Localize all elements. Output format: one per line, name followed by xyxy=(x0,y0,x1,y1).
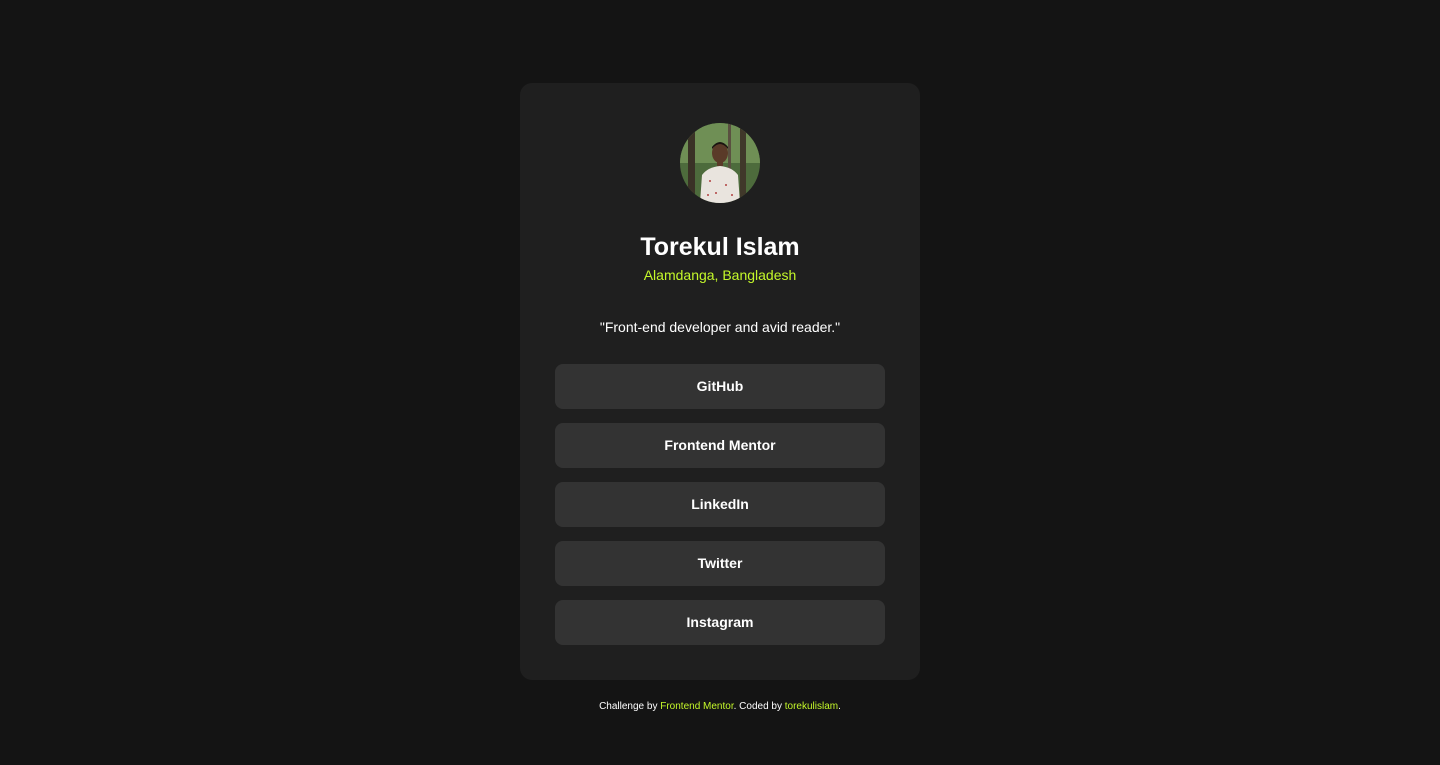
author-footer-link[interactable]: torekulislam xyxy=(785,701,838,712)
github-link-button[interactable]: GitHub xyxy=(555,364,885,409)
social-links: GitHub Frontend Mentor LinkedIn Twitter … xyxy=(555,364,885,659)
instagram-link-button[interactable]: Instagram xyxy=(555,600,885,645)
footer-middle: . Coded by xyxy=(733,701,785,712)
footer-prefix: Challenge by xyxy=(599,701,661,712)
profile-location: Alamdanga, Bangladesh xyxy=(643,267,797,283)
twitter-link-button[interactable]: Twitter xyxy=(555,541,885,586)
footer-suffix: . xyxy=(838,701,841,712)
linkedin-link-button[interactable]: LinkedIn xyxy=(555,482,885,527)
profile-card: Torekul Islam Alamdanga, Bangladesh "Fro… xyxy=(520,83,920,680)
frontend-mentor-link-button[interactable]: Frontend Mentor xyxy=(555,423,885,468)
profile-bio: "Front-end developer and avid reader." xyxy=(599,319,841,335)
avatar xyxy=(680,123,760,203)
profile-name: Torekul Islam xyxy=(640,233,800,261)
attribution-footer: Challenge by Frontend Mentor. Coded by t… xyxy=(0,700,1440,714)
frontend-mentor-footer-link[interactable]: Frontend Mentor xyxy=(660,701,733,712)
